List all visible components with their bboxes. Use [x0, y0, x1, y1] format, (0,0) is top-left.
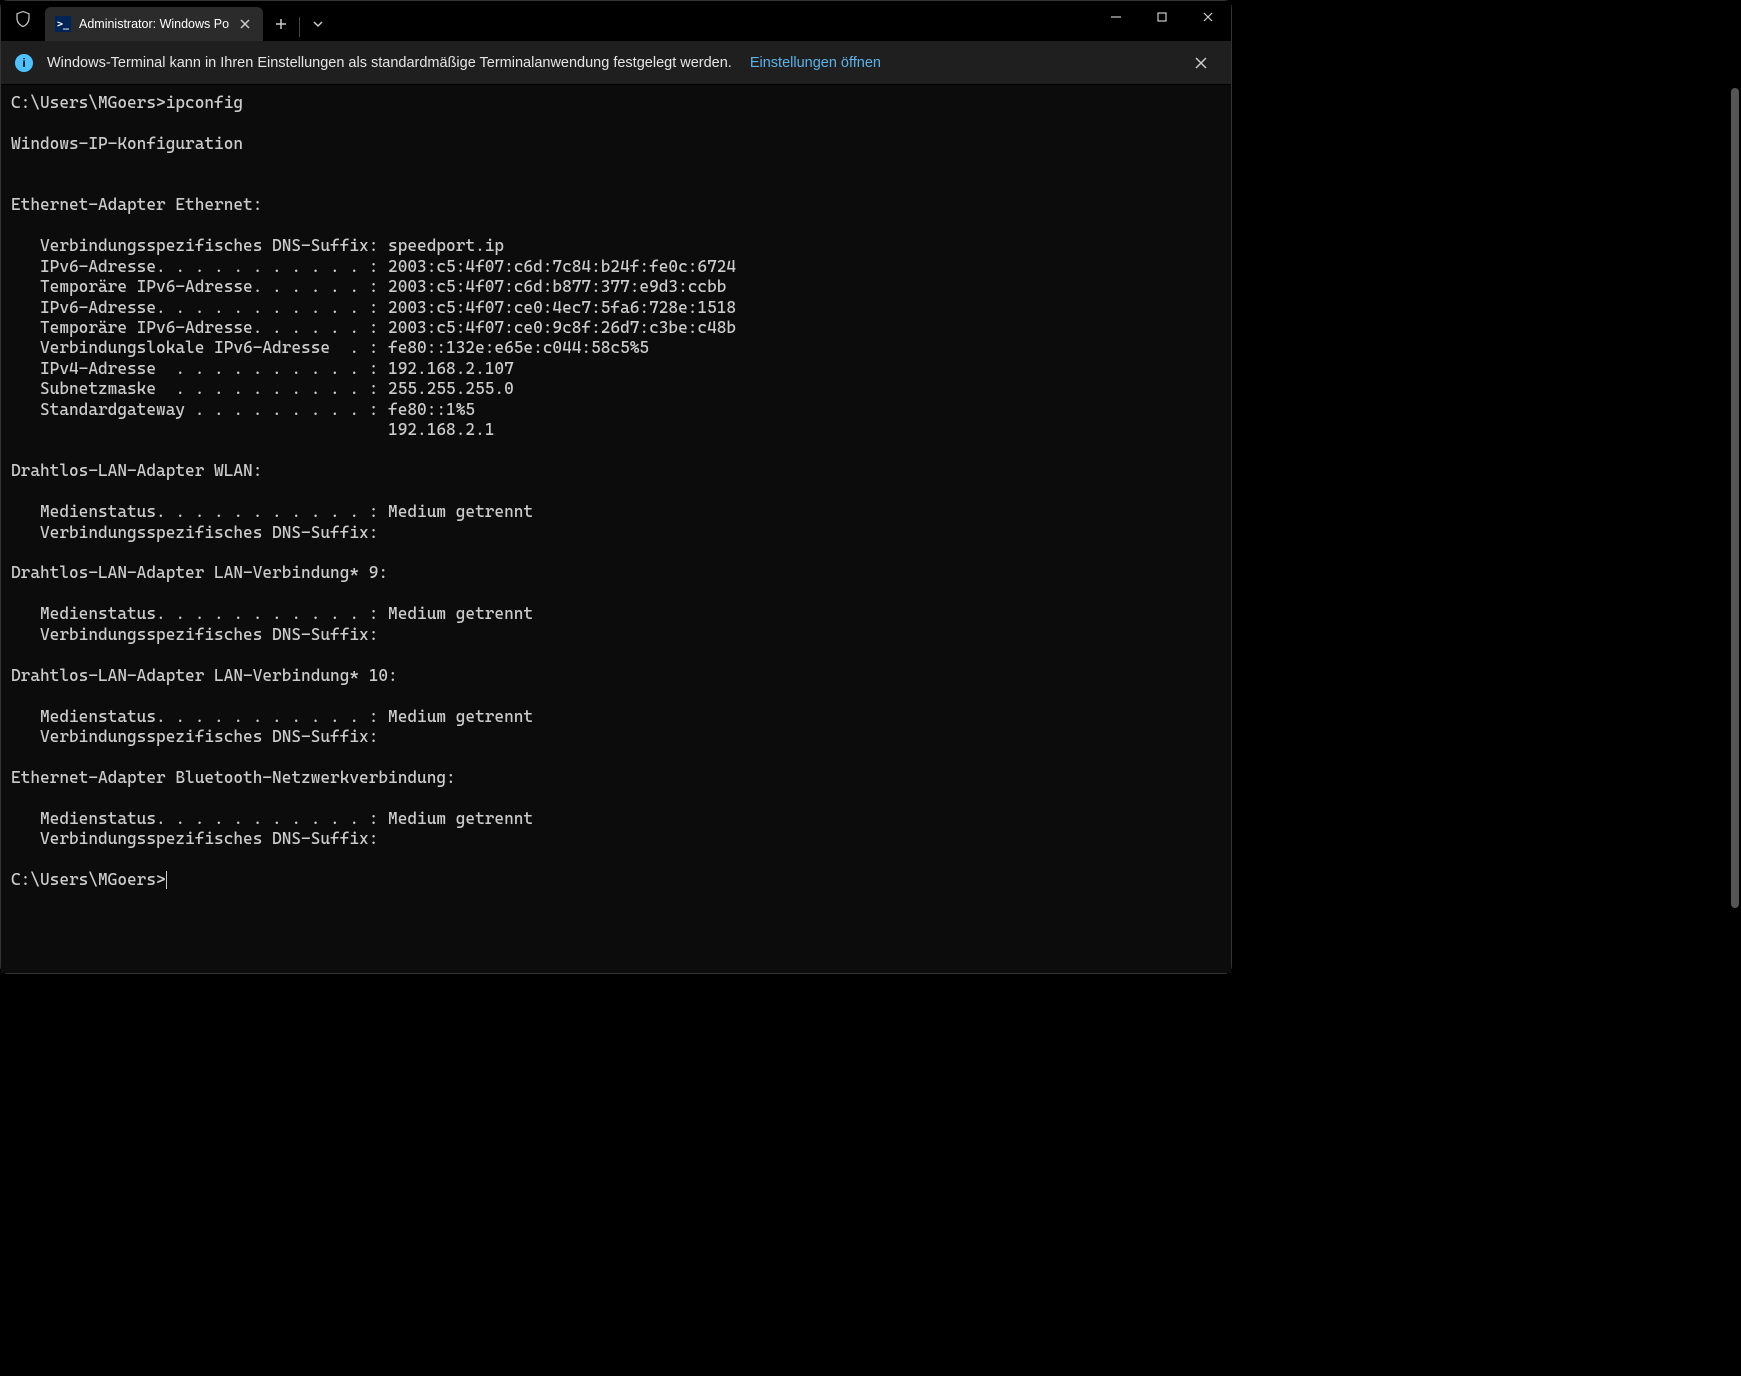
admin-shield-area	[1, 1, 45, 41]
window-controls	[1093, 1, 1231, 33]
tab-close-button[interactable]	[237, 16, 253, 32]
close-window-button[interactable]	[1185, 1, 1231, 33]
tab-dropdown-button[interactable]	[300, 7, 336, 41]
infobar: i Windows-Terminal kann in Ihren Einstel…	[1, 41, 1231, 85]
infobar-text: Windows-Terminal kann in Ihren Einstellu…	[47, 55, 732, 71]
tab-title: Administrator: Windows Po	[79, 17, 229, 31]
prompt: C:\Users\MGoers>	[11, 870, 166, 889]
powershell-icon: >_	[55, 16, 71, 32]
terminal-output[interactable]: C:\Users\MGoers>ipconfig Windows-IP-Konf…	[1, 85, 1231, 973]
scrollbar-thumb[interactable]	[1731, 88, 1739, 908]
new-tab-button[interactable]	[263, 7, 299, 41]
cursor	[166, 871, 168, 889]
infobar-close-button[interactable]	[1185, 47, 1217, 79]
tab-powershell[interactable]: >_ Administrator: Windows Po	[45, 7, 263, 41]
info-icon: i	[15, 54, 33, 72]
titlebar: >_ Administrator: Windows Po	[1, 1, 1231, 41]
infobar-link[interactable]: Einstellungen öffnen	[750, 55, 881, 71]
shield-icon	[14, 10, 32, 33]
maximize-button[interactable]	[1139, 1, 1185, 33]
minimize-button[interactable]	[1093, 1, 1139, 33]
